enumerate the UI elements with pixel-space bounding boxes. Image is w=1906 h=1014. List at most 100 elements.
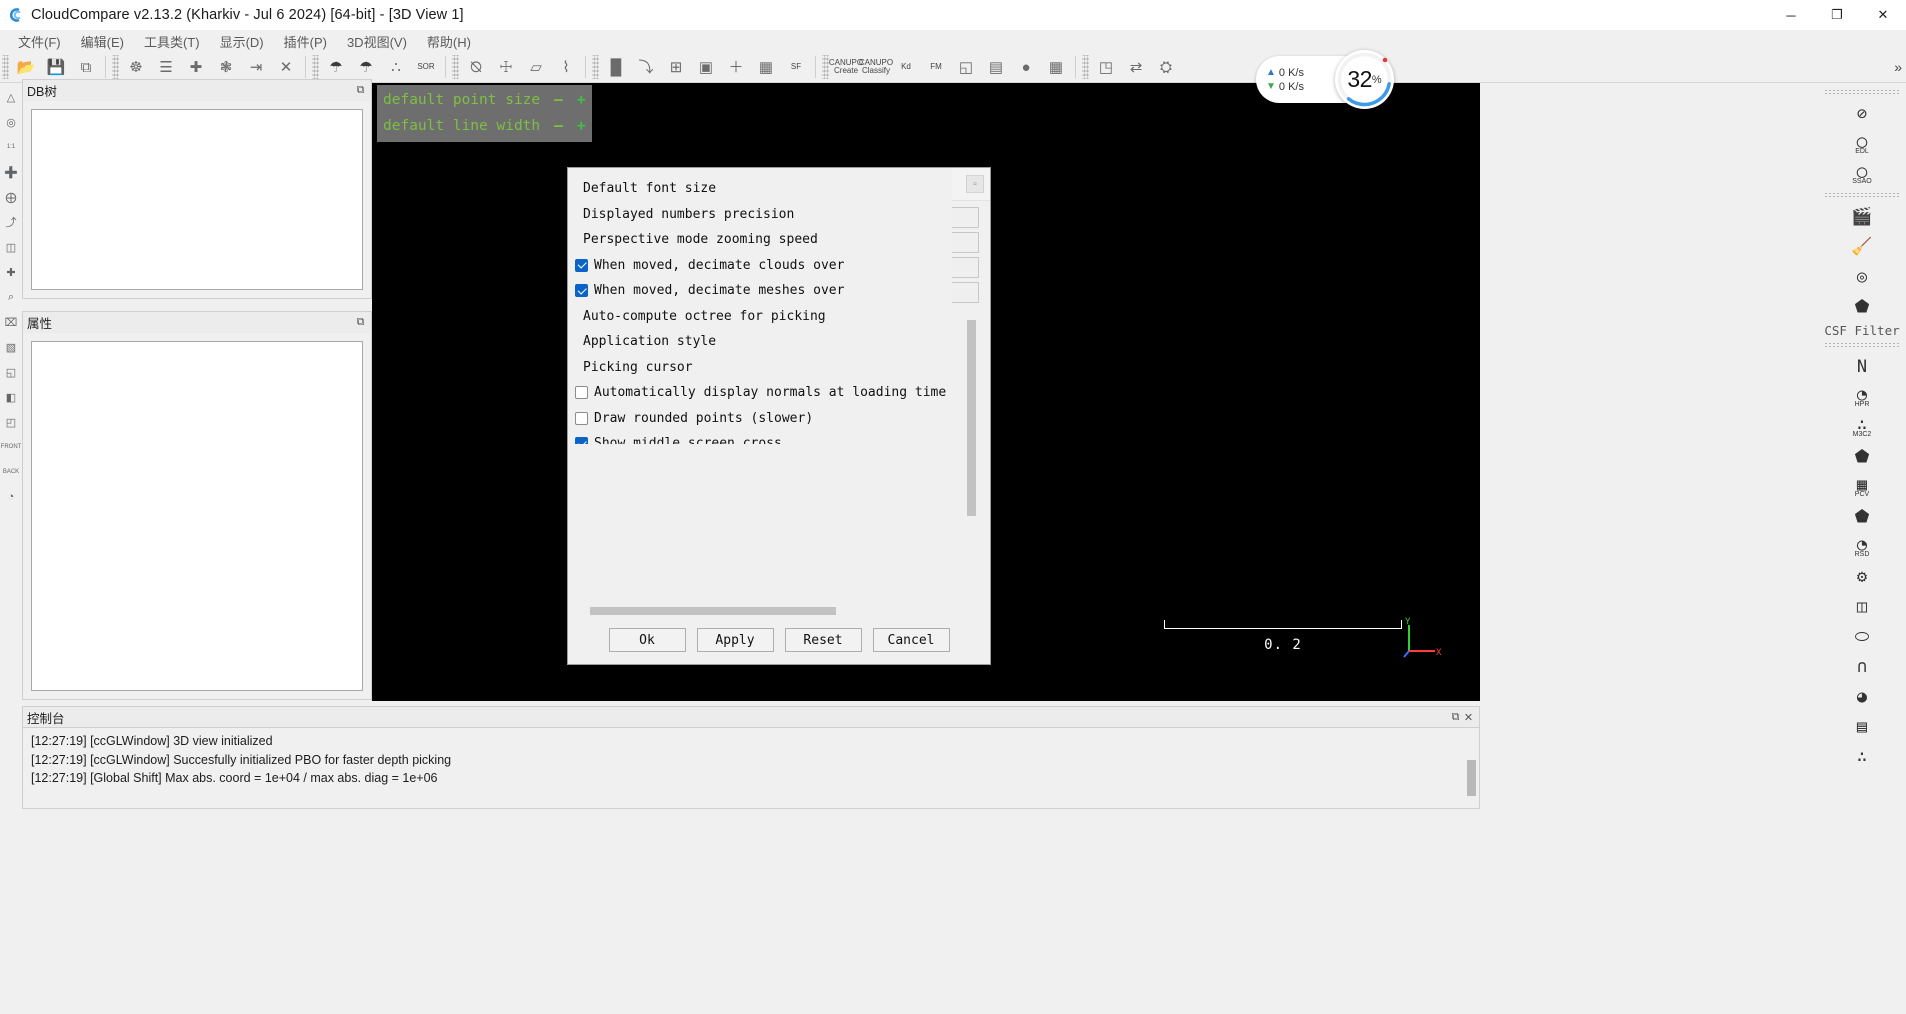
toolbar-sphere-icon[interactable]: ● xyxy=(1012,54,1040,81)
toolbar-poisson-icon[interactable]: ◱ xyxy=(952,54,980,81)
layers-icon[interactable]: ◫ xyxy=(1845,592,1879,621)
checkbox-checked-icon[interactable] xyxy=(575,259,588,272)
graph-nodes-icon[interactable]: ∴ xyxy=(1845,742,1879,771)
toolbar-properties-list-icon[interactable]: ☰ xyxy=(152,54,180,81)
dialog-vertical-scrollbar[interactable] xyxy=(967,320,976,556)
cpu-usage-ring[interactable]: 32% xyxy=(1335,50,1394,109)
dialog-vscroll-thumb[interactable] xyxy=(967,320,976,516)
toolbar-subsample-icon[interactable]: ∴ xyxy=(382,54,410,81)
option-checkbox-row[interactable]: Automatically display normals at loading… xyxy=(575,380,952,406)
rotate-icon[interactable]: ⤴ xyxy=(1,210,21,234)
toolbar-clone-icon[interactable]: ❃ xyxy=(212,54,240,81)
toolbar-sf-icon[interactable]: SF xyxy=(782,54,810,81)
option-label-row[interactable]: Picking cursor xyxy=(575,355,952,381)
pcv-icon[interactable]: ▦PCV xyxy=(1845,472,1879,501)
toolbar-register-icon[interactable]: ⦰ xyxy=(462,54,490,81)
toolbar-mesh-icon[interactable]: ▱ xyxy=(522,54,550,81)
toolbar-sor-filter-icon[interactable]: SOR xyxy=(412,54,440,81)
close-button[interactable]: ✕ xyxy=(1860,0,1906,30)
crop-icon[interactable]: ⌧ xyxy=(1,310,21,334)
option-checkbox-row[interactable]: When moved, decimate clouds over xyxy=(575,253,952,279)
option-label-row[interactable]: Auto-compute octree for picking xyxy=(575,304,952,330)
system-monitor-widget[interactable]: ▲ 0 K/s ▼ 0 K/s 32% xyxy=(1256,56,1378,103)
set-view-top-icon[interactable]: △ xyxy=(1,85,21,109)
toolbar-canupo-classify-icon[interactable]: CANUPOClassify xyxy=(862,54,890,81)
set-view-bottom-icon[interactable]: ◎ xyxy=(1,110,21,134)
menu-plugins[interactable]: 插件(P) xyxy=(274,30,337,53)
properties-float-icon[interactable]: ⧉ xyxy=(354,316,367,329)
normal-direction-icon[interactable]: N xyxy=(1845,352,1879,381)
toolbar-overflow-button[interactable]: » xyxy=(1890,59,1906,75)
toolbar-drag-handle[interactable] xyxy=(592,55,599,79)
checkbox-unchecked-icon[interactable] xyxy=(575,412,588,425)
toolbar-plot-icon[interactable]: ⤵ xyxy=(632,54,660,81)
rsd-icon[interactable]: ◔RSD xyxy=(1845,532,1879,561)
toolbar-normals-icon[interactable]: ☂ xyxy=(352,54,380,81)
box-crop-icon[interactable]: ▧ xyxy=(1,335,21,359)
toolbar-fm-icon[interactable]: FM xyxy=(922,54,950,81)
toolbar-table-icon[interactable]: ▦ xyxy=(752,54,780,81)
right-toolbar-drag-handle[interactable] xyxy=(1824,192,1900,198)
toolbar-open-folder-icon[interactable]: 📂 xyxy=(12,54,40,81)
option-label-row[interactable]: Perspective mode zooming speed xyxy=(575,227,952,253)
colorimetric-icon[interactable]: ◕ xyxy=(1845,682,1879,711)
checkbox-checked-icon[interactable] xyxy=(575,284,588,297)
console-scrollbar[interactable] xyxy=(1467,732,1476,804)
line-width-increase-icon[interactable]: + xyxy=(577,118,586,134)
m3c2-icon[interactable]: ∴M3C2 xyxy=(1845,412,1879,441)
db-tree-list[interactable] xyxy=(31,109,363,290)
front-view-icon[interactable]: FRONT xyxy=(1,435,21,459)
zoom-ratio-icon[interactable]: 1:1 xyxy=(1,135,21,159)
toolbar-merge-icon[interactable]: ✚ xyxy=(182,54,210,81)
line-width-decrease-icon[interactable]: – xyxy=(554,118,563,134)
gear-cluster-icon[interactable]: ⚙ xyxy=(1845,562,1879,591)
toolbar-apply-transform-icon[interactable]: ⇥ xyxy=(242,54,270,81)
menu-display[interactable]: 显示(D) xyxy=(210,30,274,53)
option-checkbox-row[interactable]: Show middle screen cross xyxy=(575,431,952,444)
hpr-icon[interactable]: ◔HPR xyxy=(1845,382,1879,411)
toolbar-global-shift-icon[interactable]: ☸ xyxy=(122,54,150,81)
db-tree-float-icon[interactable]: ⧉ xyxy=(354,84,367,97)
ellipse-icon[interactable]: ⬭ xyxy=(1845,622,1879,651)
toolbar-matrix-icon[interactable]: ⊞ xyxy=(662,54,690,81)
option-checkbox-row[interactable]: Draw rounded points (slower) xyxy=(575,406,952,432)
toolbar-fit-icon[interactable]: ⌇ xyxy=(552,54,580,81)
console-scrollbar-thumb[interactable] xyxy=(1467,760,1476,796)
toolbar-ransac-icon[interactable]: ◳ xyxy=(1092,54,1120,81)
dialog-horizontal-scrollbar[interactable] xyxy=(590,607,958,615)
point-size-increase-icon[interactable]: + xyxy=(577,92,586,108)
toolbar-align-icon[interactable]: ☩ xyxy=(492,54,520,81)
toolbar-add-icon[interactable]: ＋ xyxy=(722,54,750,81)
maximize-button[interactable]: ❐ xyxy=(1814,0,1860,30)
poisson-recon-icon[interactable]: ⬟ xyxy=(1845,442,1879,471)
toolbar-qhull-icon[interactable]: ▤ xyxy=(982,54,1010,81)
menu-tools[interactable]: 工具类(T) xyxy=(134,30,210,53)
console-body[interactable]: [12:27:19] [ccGLWindow] 3D view initiali… xyxy=(22,728,1480,809)
picking-point-icon[interactable]: ✚ xyxy=(1,260,21,284)
console-close-icon[interactable]: ✕ xyxy=(1462,711,1475,724)
broom-cleaner-icon[interactable]: 🧹 xyxy=(1845,232,1879,261)
dialog-hscroll-thumb[interactable] xyxy=(590,607,836,615)
option-checkbox-row[interactable]: When moved, decimate meshes over xyxy=(575,278,952,304)
section-icon[interactable]: ◧ xyxy=(1,385,21,409)
ransac-shape-icon[interactable]: ⬟ xyxy=(1845,502,1879,531)
auto-pick-icon[interactable]: ⨁ xyxy=(1,185,21,209)
toolbar-virtual-scan-icon[interactable]: ⛭ xyxy=(1152,54,1180,81)
right-toolbar-drag-handle[interactable] xyxy=(1824,89,1900,95)
toolbar-histogram-icon[interactable]: █ xyxy=(602,54,630,81)
right-toolbar-drag-handle[interactable] xyxy=(1824,342,1900,348)
toolbar-save-icon[interactable]: 💾 xyxy=(42,54,70,81)
ok-button[interactable]: Ok xyxy=(609,628,686,652)
menu-help[interactable]: 帮助(H) xyxy=(417,30,481,53)
menu-3dview[interactable]: 3D视图(V) xyxy=(337,30,417,53)
menu-file[interactable]: 文件(F) xyxy=(8,30,71,53)
label-icon[interactable]: ◰ xyxy=(1,410,21,434)
color-picker-icon[interactable]: ◔ xyxy=(1,485,21,509)
minimize-button[interactable]: ─ xyxy=(1768,0,1814,30)
tunnel-icon[interactable]: ∩ xyxy=(1845,652,1879,681)
compass-icon[interactable]: ◎ xyxy=(1845,262,1879,291)
toolbar-segment-icon[interactable]: ☂ xyxy=(322,54,350,81)
toolbar-mesh-grid-icon[interactable]: ▦ xyxy=(1042,54,1070,81)
dialog-options-list[interactable]: Default font sizeDisplayed numbers preci… xyxy=(568,168,952,444)
toolbar-drag-handle[interactable] xyxy=(1082,55,1089,79)
